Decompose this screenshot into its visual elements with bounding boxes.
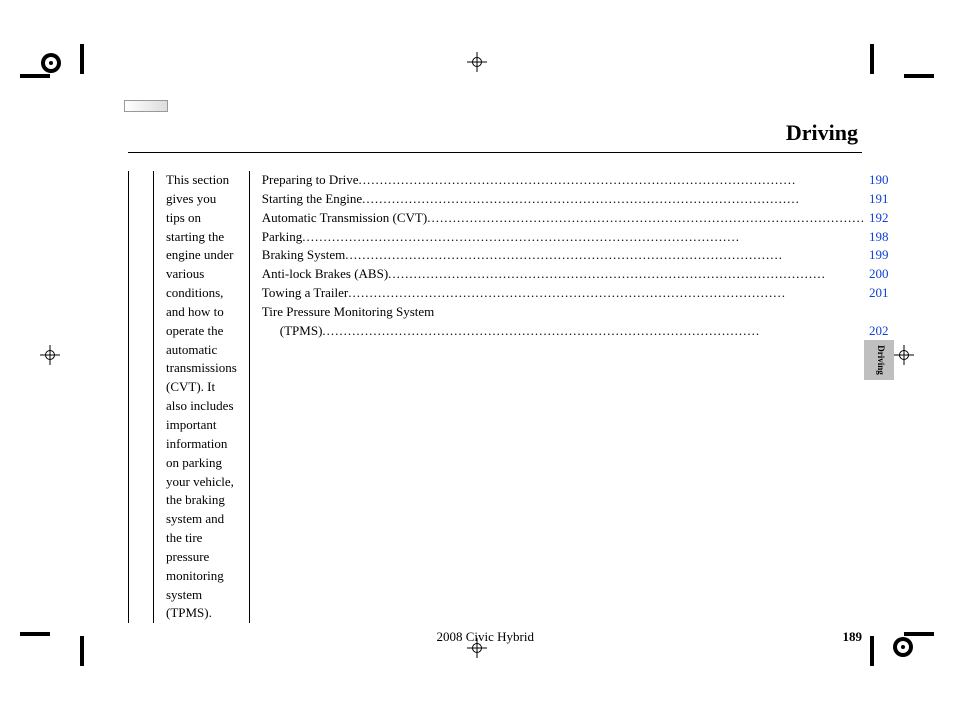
crop-mark: [870, 636, 874, 666]
column-3-toc: Preparing to Drive190Starting the Engine…: [249, 171, 901, 623]
toc-label: Braking System: [262, 246, 345, 265]
toc-leader-dots: [322, 322, 865, 341]
toc-label: Anti-lock Brakes (ABS): [262, 265, 388, 284]
toc-page-link[interactable]: 191: [865, 190, 889, 209]
crop-mark: [904, 74, 934, 78]
page-footer: 2008 Civic Hybrid 189: [128, 629, 862, 645]
crop-mark: [20, 74, 50, 78]
registration-mark-icon: [40, 52, 62, 74]
toc-page-link[interactable]: 200: [865, 265, 889, 284]
toc-label: Starting the Engine: [262, 190, 362, 209]
thumb-tab: Driving: [864, 340, 894, 380]
toc-leader-dots: [345, 246, 865, 265]
toc-label: (TPMS): [280, 322, 323, 341]
toc-leader-dots: [302, 228, 865, 247]
thumb-tab-label: Driving: [876, 345, 886, 375]
columns: This section gives you tips on starting …: [128, 171, 862, 623]
toc-entry[interactable]: Parking 198: [262, 228, 889, 247]
page-title: Driving: [128, 120, 862, 146]
toc-page-link[interactable]: 201: [865, 284, 889, 303]
page-content: Driving This section gives you tips on s…: [128, 120, 862, 620]
toc-entry[interactable]: Braking System 199: [262, 246, 889, 265]
toc-leader-dots: [427, 209, 865, 228]
toc-page-link[interactable]: 190: [865, 171, 889, 190]
footer-page-number: 189: [843, 629, 863, 645]
title-rule: [128, 152, 862, 153]
toc-page-link[interactable]: 202: [865, 322, 889, 341]
color-bar: [124, 100, 168, 112]
toc-entry[interactable]: Towing a Trailer 201: [262, 284, 889, 303]
crosshair-icon: [467, 52, 487, 72]
toc-entry[interactable]: Anti-lock Brakes (ABS) 200: [262, 265, 889, 284]
crop-mark: [80, 636, 84, 666]
toc-leader-dots: [388, 265, 865, 284]
toc-label: Parking: [262, 228, 302, 247]
toc-entry[interactable]: Tire Pressure Monitoring System: [262, 303, 889, 322]
toc-label: Preparing to Drive: [262, 171, 359, 190]
intro-paragraph: This section gives you tips on starting …: [166, 171, 237, 623]
registration-mark-icon: [892, 636, 914, 658]
toc-leader-dots: [348, 284, 865, 303]
toc-label: Tire Pressure Monitoring System: [262, 303, 435, 322]
toc-leader-dots: [362, 190, 865, 209]
toc-page-link[interactable]: 198: [865, 228, 889, 247]
toc-entry[interactable]: Automatic Transmission (CVT) 192: [262, 209, 889, 228]
manual-page: { "header": { "title": "Driving" }, "int…: [0, 0, 954, 710]
toc-entry-cont[interactable]: (TPMS) 202: [262, 322, 889, 341]
column-2-intro: This section gives you tips on starting …: [153, 171, 249, 623]
toc-entry[interactable]: Preparing to Drive 190: [262, 171, 889, 190]
toc-leader-dots: [359, 171, 865, 190]
crop-mark: [20, 632, 50, 636]
toc-page-link[interactable]: 192: [865, 209, 889, 228]
toc-label: Towing a Trailer: [262, 284, 348, 303]
toc-entry[interactable]: Starting the Engine 191: [262, 190, 889, 209]
toc-page-link[interactable]: 199: [865, 246, 889, 265]
column-1: [128, 171, 153, 623]
footer-model: 2008 Civic Hybrid: [128, 629, 843, 645]
crop-mark: [80, 44, 84, 74]
crop-mark: [870, 44, 874, 74]
crosshair-icon: [40, 345, 60, 365]
toc-label: Automatic Transmission (CVT): [262, 209, 427, 228]
